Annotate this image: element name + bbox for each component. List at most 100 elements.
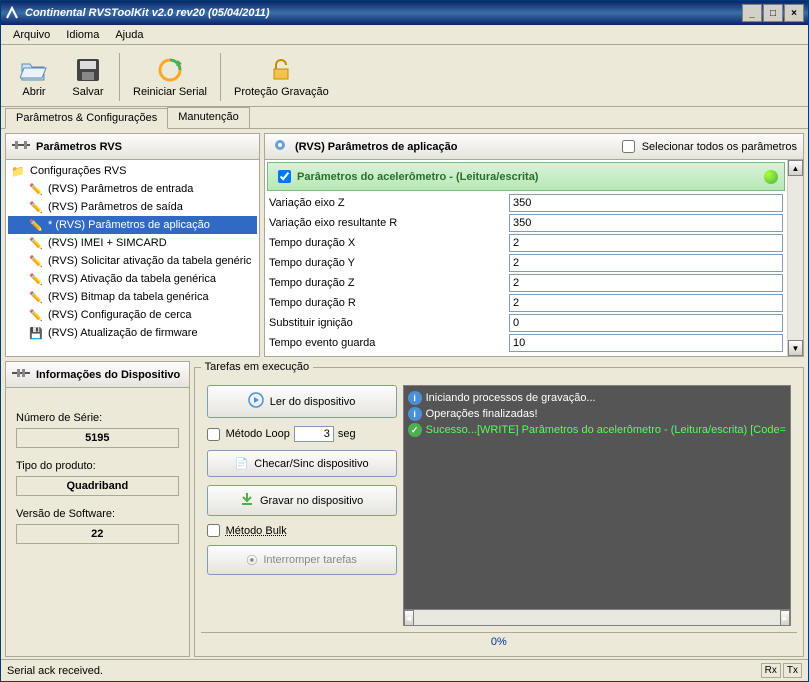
param-row: Variação eixo Z [265,193,787,213]
param-input[interactable] [509,234,783,252]
tree-root[interactable]: 📁 Configurações RVS [8,162,257,180]
loop-checkbox[interactable] [207,428,220,441]
param-input[interactable] [509,314,783,332]
scroll-down-icon[interactable]: ▼ [788,340,803,356]
param-input[interactable] [509,274,783,292]
scroll-track[interactable] [788,176,803,340]
status-indicator-icon [764,170,778,184]
menubar: Arquivo Idioma Ajuda [1,25,808,45]
serial-value: 5195 [16,428,179,448]
scroll-up-icon[interactable]: ▲ [788,160,803,176]
close-button[interactable]: × [784,4,804,22]
param-input[interactable] [509,334,783,352]
document-icon: 📄 [235,457,249,470]
bulk-checkbox[interactable] [207,524,220,537]
loop-value-input[interactable] [294,426,334,442]
tree-item[interactable]: ✏️(RVS) Parâmetros de saída [8,198,257,216]
menu-idioma[interactable]: Idioma [58,27,107,43]
folder-icon: 📁 [10,163,26,179]
vertical-scrollbar[interactable]: ▲ ▼ [787,160,803,356]
tab-manutencao[interactable]: Manutenção [167,107,250,128]
menu-ajuda[interactable]: Ajuda [107,27,151,43]
chip-icon: 💾 [28,325,44,341]
tree-item[interactable]: 💾(RVS) Atualização de firmware [8,324,257,342]
log-line: iOperações finalizadas! [408,406,786,422]
lock-icon [265,54,297,86]
tasks-title: Tarefas em execução [201,361,314,373]
write-protection-button[interactable]: Proteção Gravação [227,49,336,102]
pencil-icon: ✏️ [28,307,44,323]
restart-serial-button[interactable]: Reiniciar Serial [126,49,214,102]
info-icon: i [408,407,422,421]
log-panel: iIniciando processos de gravação... iOpe… [403,385,791,626]
loop-method-row: Método Loop seg [207,426,397,442]
save-button[interactable]: Salvar [63,49,113,102]
tree-item[interactable]: ✏️(RVS) Ativação da tabela genérica [8,270,257,288]
bulk-method-row: Método Bulk [207,524,397,537]
main-tabs: Parâmetros & Configurações Manutenção [1,107,808,129]
group-checkbox[interactable] [278,170,291,183]
download-icon [240,492,254,509]
pencil-icon: ✏️ [28,289,44,305]
pencil-icon: ✏️ [28,235,44,251]
params-header: (RVS) Parâmetros de aplicação Selecionar… [265,134,803,160]
select-all-input[interactable] [622,140,635,153]
log-line: iIniciando processos de gravação... [408,390,786,406]
select-all-checkbox[interactable]: Selecionar todos os parâmetros [618,137,797,156]
write-device-button[interactable]: Gravar no dispositivo [207,485,397,516]
tree-item[interactable]: ✏️(RVS) Parâmetros de entrada [8,180,257,198]
horizontal-scrollbar[interactable]: ◄ ► [404,609,790,625]
scroll-left-icon[interactable]: ◄ [404,610,414,626]
statusbar: Serial ack received. Rx Tx [1,659,808,681]
info-icon: i [408,391,422,405]
tree-title: Parâmetros RVS [36,141,122,153]
param-input[interactable] [509,194,783,212]
tree-item[interactable]: ✏️(RVS) IMEI + SIMCARD [8,234,257,252]
toolbar-separator [220,53,221,101]
tree-panel: Parâmetros RVS 📁 Configurações RVS ✏️(RV… [5,133,260,357]
restart-label: Reiniciar Serial [133,86,207,98]
param-input[interactable] [509,214,783,232]
info-icon [12,366,30,383]
scroll-right-icon[interactable]: ► [780,610,790,626]
tree-item-selected[interactable]: ✏️* (RVS) Parâmetros de aplicação [8,216,257,234]
minimize-button[interactable]: _ [742,4,762,22]
progress-bar: 0% [201,632,797,650]
menu-arquivo[interactable]: Arquivo [5,27,58,43]
params-icon [12,138,30,155]
open-label: Abrir [22,86,45,98]
device-info-panel: Informações do Dispositivo Número de Sér… [5,361,190,657]
maximize-button[interactable]: □ [763,4,783,22]
open-button[interactable]: Abrir [9,49,59,102]
pencil-icon: ✏️ [28,181,44,197]
app-icon [5,5,21,21]
pencil-icon: ✏️ [28,253,44,269]
param-input[interactable] [509,254,783,272]
read-device-button[interactable]: Ler do dispositivo [207,385,397,418]
toolbar: Abrir Salvar Reiniciar Serial Proteção G… [1,45,808,107]
params-list: Parâmetros do acelerômetro - (Leitura/es… [265,160,787,356]
param-input[interactable] [509,294,783,312]
check-icon: ✓ [408,423,422,437]
interrupt-button[interactable]: ⦿ Interromper tarefas [207,545,397,575]
tree-item[interactable]: ✏️(RVS) Configuração de cerca [8,306,257,324]
pencil-icon: ✏️ [28,271,44,287]
product-type-value: Quadriband [16,476,179,496]
tab-parametros[interactable]: Parâmetros & Configurações [5,108,168,129]
toolbar-separator [119,53,120,101]
product-type-label: Tipo do produto: [16,460,179,472]
titlebar: Continental RVSToolKit v2.0 rev20 (05/04… [1,1,808,25]
param-row: Tempo duração Z [265,273,787,293]
sw-version-label: Versão de Software: [16,508,179,520]
tree-item[interactable]: ✏️(RVS) Solicitar ativação da tabela gen… [8,252,257,270]
param-row: Tempo duração R [265,293,787,313]
tree-item[interactable]: ✏️(RVS) Bitmap da tabela genérica [8,288,257,306]
config-tree[interactable]: 📁 Configurações RVS ✏️(RVS) Parâmetros d… [6,160,259,356]
protection-label: Proteção Gravação [234,86,329,98]
param-group-header[interactable]: Parâmetros do acelerômetro - (Leitura/es… [267,162,785,191]
param-row: Tempo evento guarda [265,333,787,353]
status-text: Serial ack received. [7,665,103,677]
check-sync-button[interactable]: 📄 Checar/Sinc dispositivo [207,450,397,477]
save-icon [72,54,104,86]
pencil-icon: ✏️ [28,199,44,215]
